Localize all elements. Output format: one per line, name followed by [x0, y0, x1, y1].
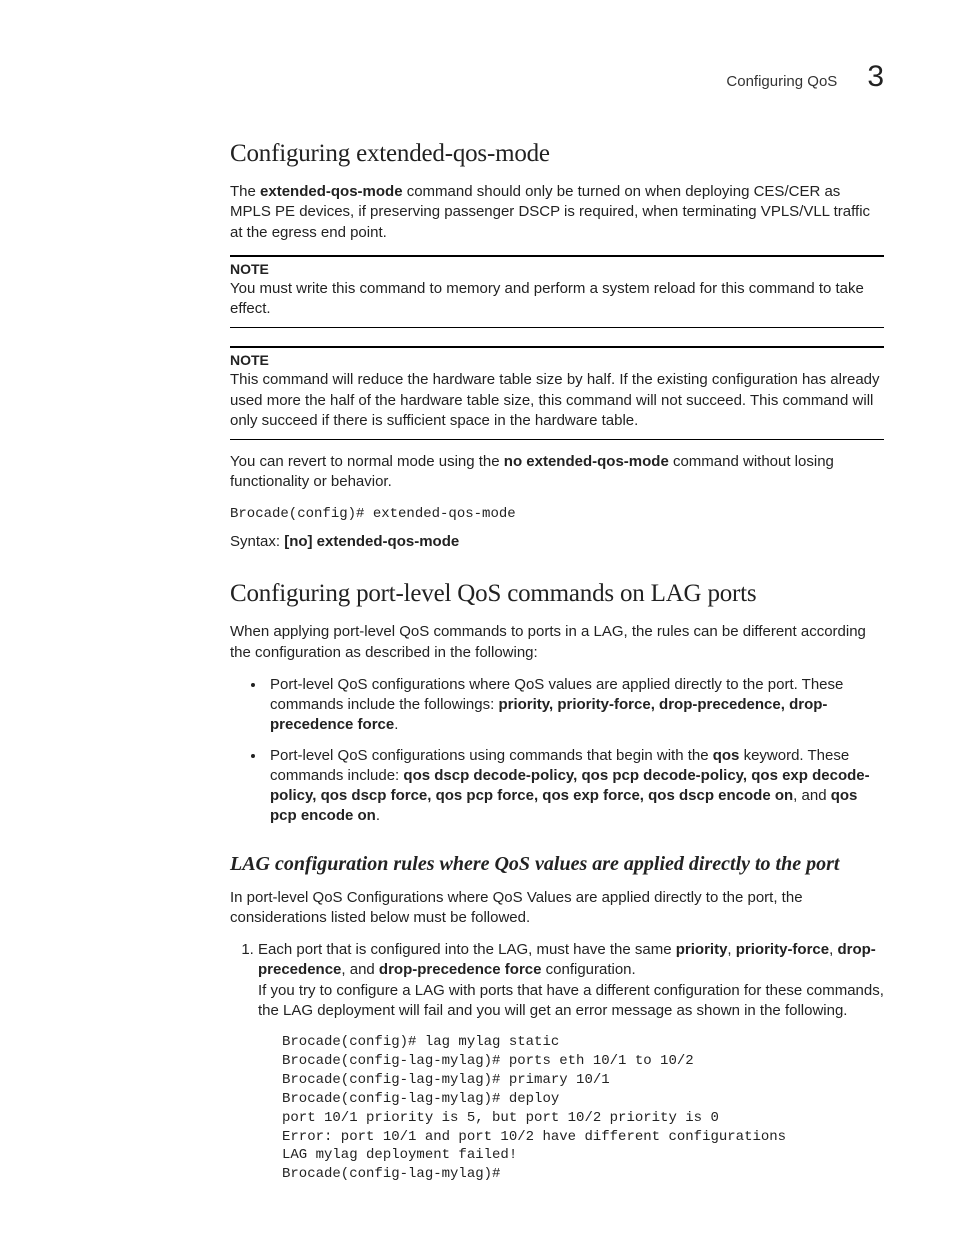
section-heading-lag-ports: Configuring port-level QoS commands on L…	[230, 580, 884, 608]
note-label: NOTE	[230, 352, 884, 368]
page: Configuring QoS 3 Configuring extended-q…	[0, 0, 954, 1254]
list-item: Port-level QoS configurations where QoS …	[266, 675, 884, 736]
subsection-heading: LAG configuration rules where QoS values…	[230, 853, 884, 876]
text: You can revert to normal mode using the	[230, 453, 504, 470]
list-item: Each port that is configured into the LA…	[258, 940, 884, 1184]
cmd-qos-keyword: qos	[713, 747, 740, 764]
cmd-no-extended-qos-mode: no extended-qos-mode	[504, 453, 669, 470]
text: .	[394, 716, 398, 733]
chapter-number: 3	[867, 60, 884, 94]
note-label: NOTE	[230, 261, 884, 277]
note-text: You must write this command to memory an…	[230, 279, 884, 320]
code-example-2: Brocade(config)# lag mylag static Brocad…	[282, 1033, 884, 1184]
cmd-extended-qos-mode: extended-qos-mode	[260, 183, 403, 200]
text: configuration.	[541, 961, 635, 978]
step1-sub-paragraph: If you try to configure a LAG with ports…	[258, 981, 884, 1022]
cmd-priority: priority	[676, 941, 728, 958]
section1-revert: You can revert to normal mode using the …	[230, 452, 884, 493]
subsection-intro: In port-level QoS Configurations where Q…	[230, 888, 884, 929]
section2-intro: When applying port-level QoS commands to…	[230, 622, 884, 663]
text: .	[376, 807, 380, 824]
text: , and	[341, 961, 379, 978]
text: ,	[727, 941, 735, 958]
bullet-list: Port-level QoS configurations where QoS …	[230, 675, 884, 827]
note-box-1: NOTE You must write this command to memo…	[230, 255, 884, 329]
cmd-drop-precedence-force: drop-precedence force	[379, 961, 542, 978]
syntax-line: Syntax: [no] extended-qos-mode	[230, 533, 884, 550]
numbered-list: Each port that is configured into the LA…	[230, 940, 884, 1184]
text: , and	[793, 787, 831, 804]
list-item: Port-level QoS configurations using comm…	[266, 746, 884, 827]
note-text: This command will reduce the hardware ta…	[230, 370, 884, 431]
code-example-1: Brocade(config)# extended-qos-mode	[230, 505, 884, 524]
cmd-priority-force: priority-force	[736, 941, 829, 958]
running-title: Configuring QoS	[726, 73, 837, 90]
content-area: Configuring extended-qos-mode The extend…	[230, 140, 884, 1184]
text: The	[230, 183, 260, 200]
note-box-2: NOTE This command will reduce the hardwa…	[230, 346, 884, 440]
section1-intro: The extended-qos-mode command should onl…	[230, 182, 884, 243]
syntax-label: Syntax:	[230, 533, 280, 550]
running-header: Configuring QoS 3	[726, 60, 884, 94]
text: Each port that is configured into the LA…	[258, 941, 676, 958]
syntax-cmd: [no] extended-qos-mode	[280, 533, 459, 550]
text: Port-level QoS configurations using comm…	[270, 747, 713, 764]
section-heading-extended-qos: Configuring extended-qos-mode	[230, 140, 884, 168]
